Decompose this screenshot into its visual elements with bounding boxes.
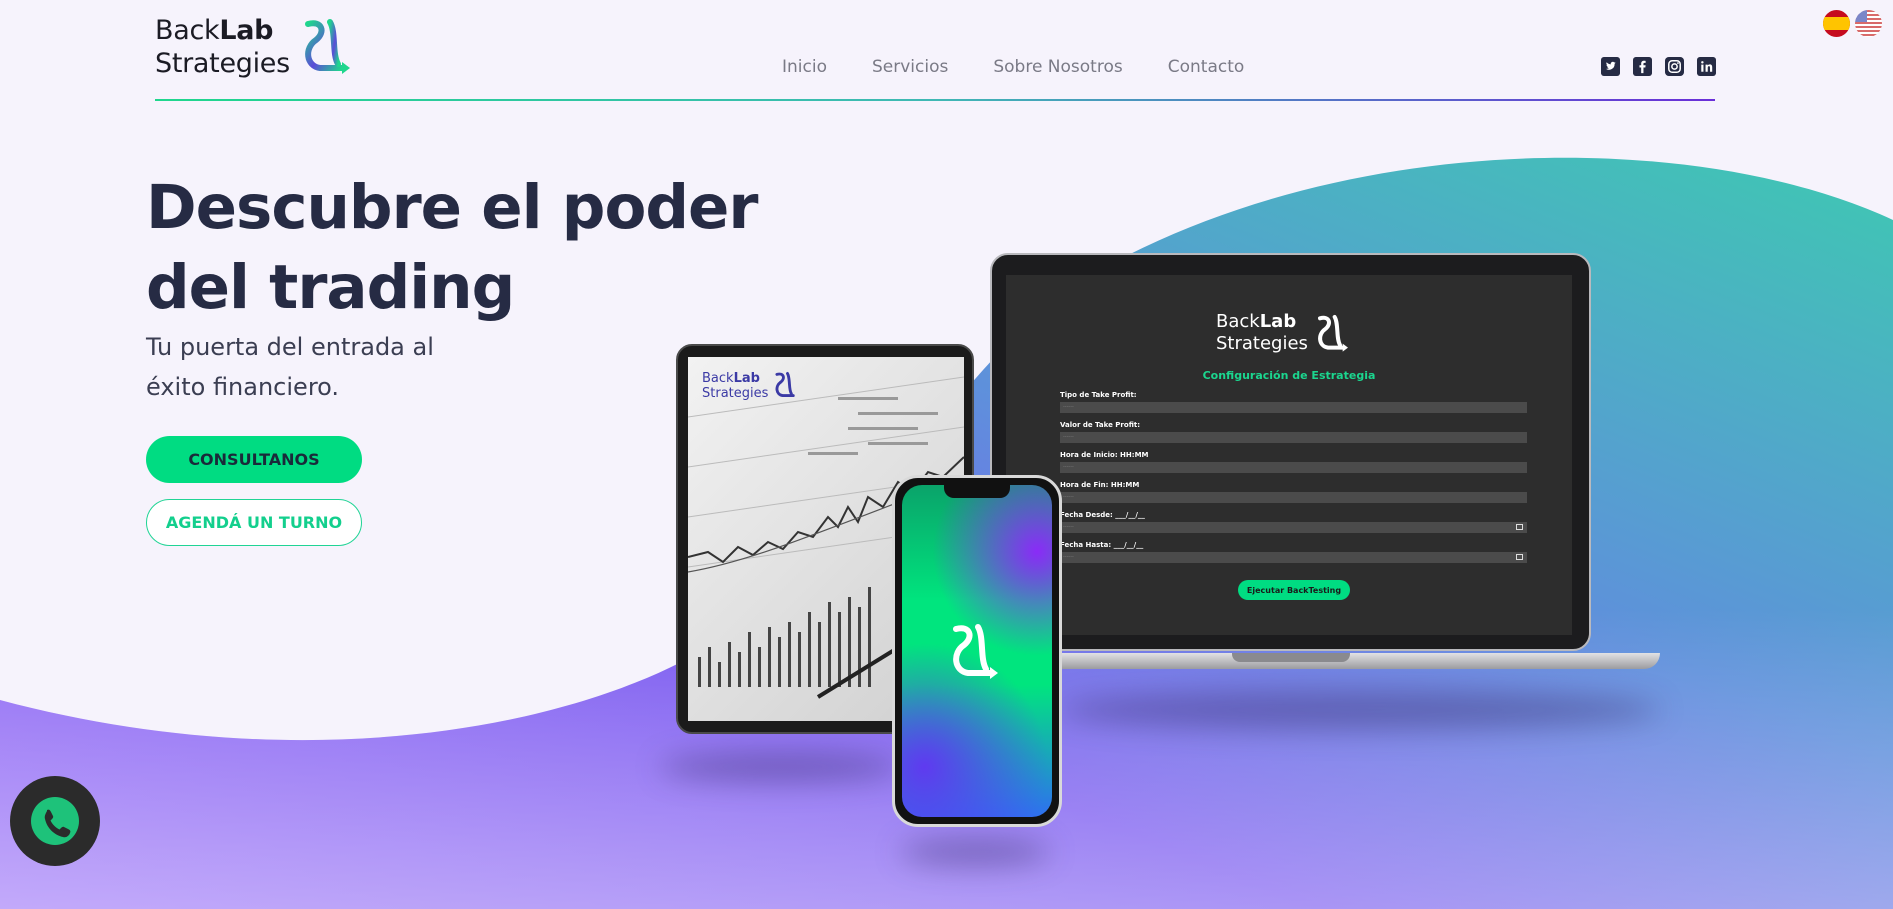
social-links: [1601, 57, 1729, 76]
consultanos-button[interactable]: CONSULTANOS: [146, 436, 362, 483]
instagram-icon[interactable]: [1665, 57, 1684, 76]
end-time-input[interactable]: ------: [1060, 492, 1527, 503]
calendar-icon[interactable]: [1516, 524, 1523, 530]
phone-shadow: [900, 838, 1050, 866]
date-from-input[interactable]: ------: [1060, 522, 1527, 533]
hero-subtitle: Tu puerta del entrada al éxito financier…: [146, 333, 434, 401]
whatsapp-icon: [31, 797, 79, 845]
brand-logo[interactable]: BackLab Strategies: [155, 14, 356, 80]
phone-screen: [902, 485, 1052, 817]
end-time-field: Hora de Fin: HH:MM ------: [1060, 481, 1527, 503]
header-divider: [155, 99, 1715, 101]
screen-logo-mark-icon: [1317, 315, 1348, 352]
es-flag-icon[interactable]: [1823, 10, 1850, 37]
laptop-lid: BackLab Strategies Configuración de Estra…: [990, 253, 1591, 651]
take-profit-value-field: Valor de Take Profit: ------: [1060, 421, 1527, 443]
date-to-input[interactable]: ------: [1060, 552, 1527, 563]
date-to-field: Fecha Hasta: ___/__/__ ------: [1060, 541, 1527, 563]
take-profit-value-input[interactable]: ------: [1060, 432, 1527, 443]
laptop-mockup: BackLab Strategies Configuración de Estra…: [990, 253, 1593, 653]
calendar-icon[interactable]: [1516, 554, 1523, 560]
run-backtesting-button[interactable]: Ejecutar BackTesting: [1238, 580, 1350, 600]
take-profit-type-input[interactable]: ------: [1060, 402, 1527, 413]
nav-sobre-nosotros[interactable]: Sobre Nosotros: [993, 57, 1122, 77]
phone-logo-mark-icon: [953, 624, 998, 679]
nav-inicio[interactable]: Inicio: [782, 57, 827, 77]
main-nav: Inicio Servicios Sobre Nosotros Contacto: [782, 57, 1289, 77]
twitter-icon[interactable]: [1601, 57, 1620, 76]
phone-mockup: [892, 475, 1062, 827]
nav-contacto[interactable]: Contacto: [1168, 57, 1245, 77]
tablet-brand-logo: BackLab Strategies: [702, 371, 800, 401]
screen-brand-logo: BackLab Strategies: [1216, 311, 1352, 355]
laptop-screen: BackLab Strategies Configuración de Estra…: [1006, 275, 1572, 635]
language-switcher: [1823, 10, 1887, 37]
logo-mark-icon: [304, 19, 350, 74]
hero-title: Descubre el poder del trading: [146, 172, 758, 323]
facebook-icon[interactable]: [1633, 57, 1652, 76]
tablet-logo-mark-icon: [775, 372, 796, 398]
laptop-shadow: [1060, 690, 1660, 730]
date-from-field: Fecha Desde: ___/__/__ ------: [1060, 511, 1527, 533]
take-profit-type-field: Tipo de Take Profit: ------: [1060, 391, 1527, 413]
laptop-notch: [1232, 653, 1350, 662]
agenda-turno-button[interactable]: AGENDÁ UN TURNO: [146, 499, 362, 546]
linkedin-icon[interactable]: [1697, 57, 1716, 76]
start-time-input[interactable]: ------: [1060, 462, 1527, 473]
us-flag-icon[interactable]: [1855, 10, 1882, 37]
tablet-shadow: [660, 752, 900, 782]
strategy-config-title: Configuración de Estrategia: [1202, 369, 1376, 382]
whatsapp-button[interactable]: [10, 776, 100, 866]
brand-name: BackLab Strategies: [155, 15, 290, 79]
start-time-field: Hora de Inicio: HH:MM ------: [1060, 451, 1527, 473]
nav-servicios[interactable]: Servicios: [872, 57, 948, 77]
phone-notch: [944, 485, 1010, 498]
